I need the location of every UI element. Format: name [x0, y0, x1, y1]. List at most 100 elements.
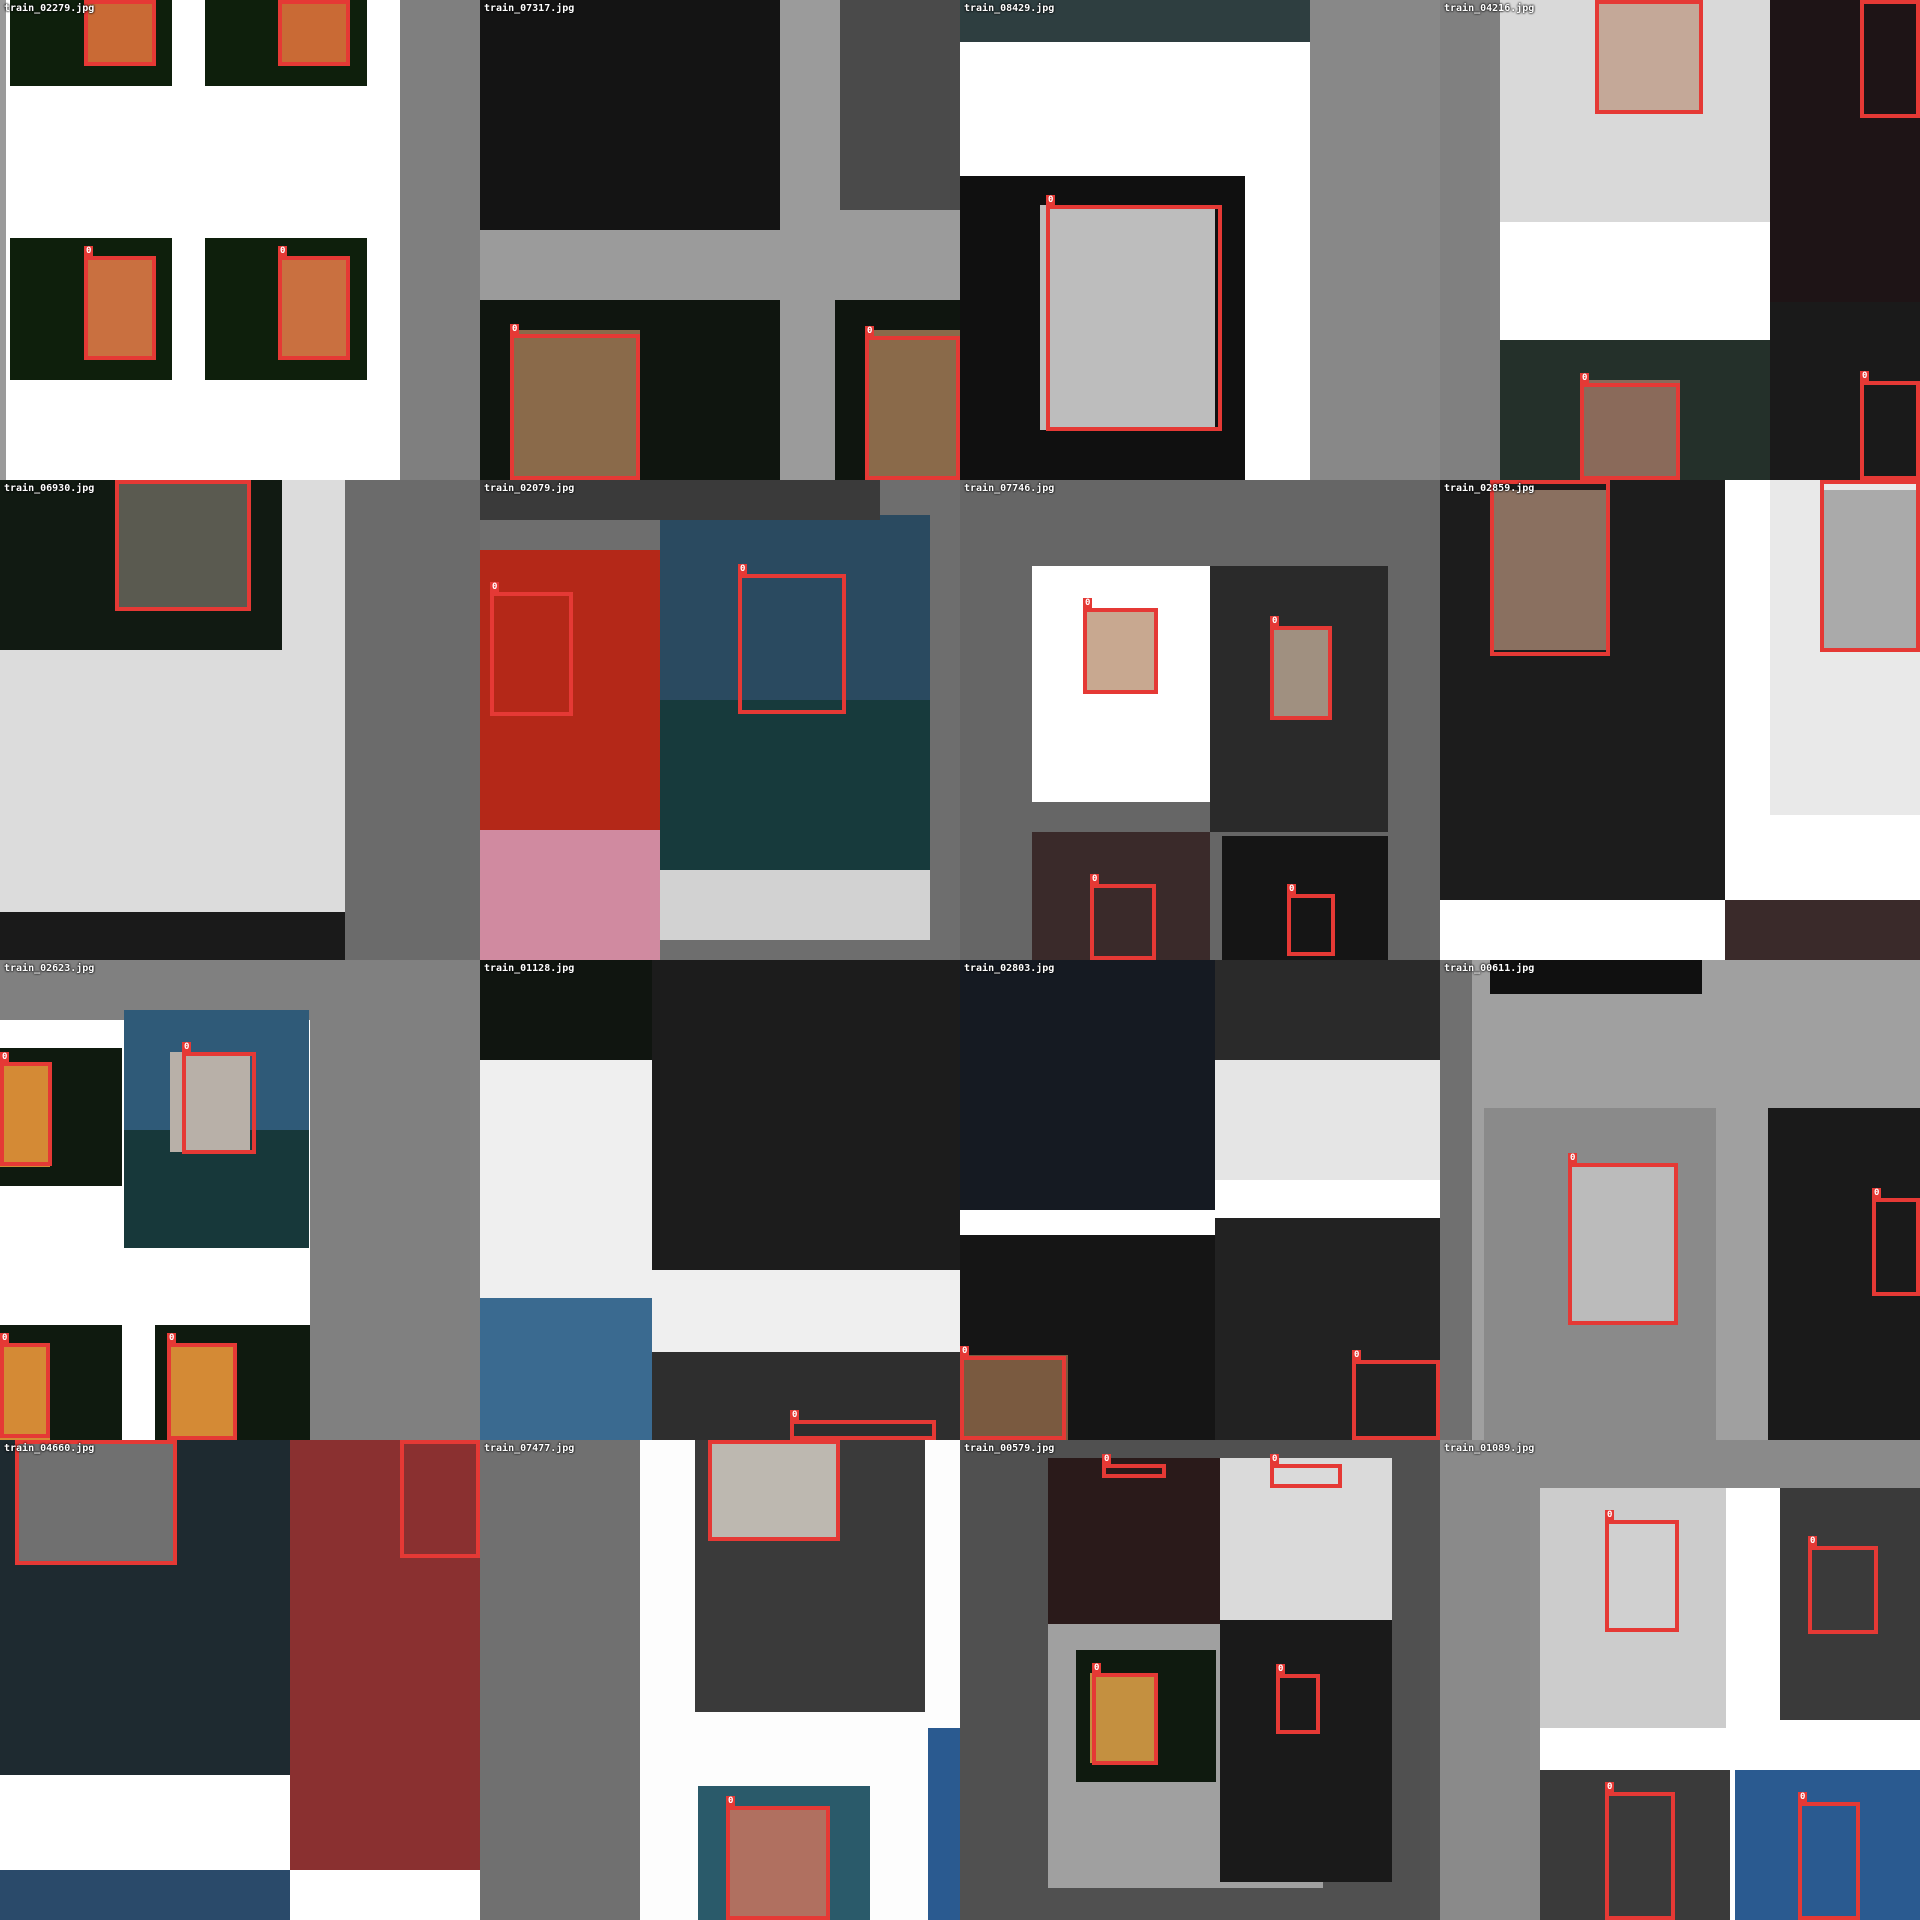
face-bounding-box: 0: [490, 582, 573, 716]
box-class-label: 0: [1270, 1454, 1280, 1465]
image-fragment: [480, 1440, 640, 1920]
mosaic-tile: 0 0 train_00611.jpg: [1440, 960, 1920, 1440]
image-fragment: [480, 1298, 652, 1440]
mosaic-tile: 0 0 train_07317.jpg: [480, 0, 960, 480]
mosaic-tile: 0 train_06930.jpg: [0, 480, 480, 960]
face-bounding-box: 0: [1083, 598, 1158, 694]
image-fragment: [660, 870, 930, 940]
face-bounding-box: 0: [1605, 1510, 1679, 1632]
box-class-label: 0: [115, 480, 125, 481]
box-class-label: 0: [708, 1440, 718, 1441]
box-class-label: 0: [84, 0, 94, 1]
tile-filename: train_02859.jpg: [1444, 483, 1535, 494]
image-fragment: [0, 912, 345, 960]
box-class-label: 0: [1092, 1663, 1102, 1674]
box-class-label: 0: [1860, 371, 1870, 382]
tile-filename: train_04660.jpg: [4, 1443, 95, 1454]
mosaic-tile: 0 0 train_07477.jpg: [480, 1440, 960, 1920]
face-bounding-box: 0: [1860, 0, 1920, 118]
box-class-label: 0: [167, 1333, 177, 1344]
image-fragment: [652, 960, 960, 1270]
image-fragment: [0, 1870, 290, 1920]
box-class-label: 0: [960, 1346, 970, 1357]
image-fragment: [400, 0, 480, 480]
face-bounding-box: 0: [1580, 373, 1680, 480]
box-class-label: 0: [1090, 874, 1100, 885]
image-fragment: [0, 0, 6, 480]
image-fragment: [960, 960, 1215, 1210]
image-fragment: [1725, 900, 1920, 960]
box-class-label: 0: [1270, 616, 1280, 627]
face-bounding-box: 0: [865, 326, 960, 480]
box-class-label: 0: [1490, 480, 1500, 481]
tile-filename: train_04216.jpg: [1444, 3, 1535, 14]
tile-filename: train_02623.jpg: [4, 963, 95, 974]
mosaic-tile: 0 0 train_02079.jpg: [480, 480, 960, 960]
face-bounding-box: 0: [708, 1440, 840, 1541]
image-fragment: [1440, 0, 1500, 480]
box-class-label: 0: [510, 324, 520, 335]
face-bounding-box: 0: [1270, 616, 1332, 720]
face-bounding-box: 0: [1605, 1782, 1675, 1920]
tile-filename: train_01089.jpg: [1444, 1443, 1535, 1454]
box-class-label: 0: [490, 582, 500, 593]
face-bounding-box: 0: [1092, 1663, 1158, 1765]
box-class-label: 0: [0, 1052, 10, 1063]
tile-filename: train_02279.jpg: [4, 3, 95, 14]
image-fragment: [1440, 960, 1472, 1440]
mosaic-tile: 0 train_01128.jpg: [480, 960, 960, 1440]
image-fragment: [1215, 960, 1440, 1060]
box-class-label: 0: [278, 246, 288, 257]
face-bounding-box: 0: [1490, 480, 1610, 656]
mosaic-grid: 0 0 0 0 train_02279.jpg 0 0 train_07317.jpg 0 tra…: [0, 0, 1920, 1920]
face-bounding-box: 0: [167, 1333, 237, 1440]
face-bounding-box: 0: [1808, 1536, 1878, 1634]
image-fragment: [928, 1728, 960, 1920]
box-class-label: 0: [1872, 1188, 1882, 1199]
face-bounding-box: 0: [1568, 1153, 1678, 1325]
box-class-label: 0: [1580, 373, 1590, 384]
image-fragment: [480, 830, 660, 960]
face-bounding-box: 0: [1090, 874, 1156, 960]
box-class-label: 0: [0, 1333, 10, 1344]
image-fragment: [1220, 1620, 1392, 1882]
box-class-label: 0: [790, 1410, 800, 1421]
mosaic-tile: 0 train_08429.jpg: [960, 0, 1440, 480]
tile-filename: train_08429.jpg: [964, 3, 1055, 14]
image-fragment: [480, 0, 780, 230]
box-class-label: 0: [1083, 598, 1093, 609]
face-bounding-box: 0: [0, 1333, 50, 1438]
box-class-label: 0: [1287, 884, 1297, 895]
face-bounding-box: 0: [1820, 480, 1920, 652]
image-fragment: [1310, 0, 1440, 480]
box-class-label: 0: [726, 1796, 736, 1807]
tile-filename: train_06930.jpg: [4, 483, 95, 494]
tile-filename: train_00611.jpg: [1444, 963, 1535, 974]
mosaic-tile: 0 0 0 0 train_01089.jpg: [1440, 1440, 1920, 1920]
face-bounding-box: 0: [400, 1440, 480, 1558]
face-bounding-box: 0: [1352, 1350, 1440, 1440]
mosaic-tile: 0 0 train_04660.jpg: [0, 1440, 480, 1920]
image-fragment: [1215, 1060, 1440, 1180]
box-class-label: 0: [865, 326, 875, 337]
image-fragment: [660, 700, 930, 870]
face-bounding-box: 0: [510, 324, 640, 480]
box-class-label: 0: [1352, 1350, 1362, 1361]
box-class-label: 0: [1605, 1782, 1615, 1793]
box-class-label: 0: [1605, 1510, 1615, 1521]
tile-filename: train_07317.jpg: [484, 3, 575, 14]
box-class-label: 0: [1798, 1792, 1808, 1803]
face-bounding-box: 0: [1860, 371, 1920, 480]
face-bounding-box: 0: [115, 480, 251, 611]
box-class-label: 0: [400, 1440, 410, 1441]
box-class-label: 0: [1820, 480, 1830, 481]
mosaic-tile: 0 0 0 0 train_04216.jpg: [1440, 0, 1920, 480]
box-class-label: 0: [1046, 195, 1056, 206]
face-bounding-box: 0: [738, 564, 846, 714]
face-bounding-box: 0: [0, 1052, 52, 1166]
box-class-label: 0: [1276, 1664, 1286, 1675]
face-bounding-box: 0: [1270, 1454, 1342, 1488]
image-fragment: [840, 0, 960, 210]
box-class-label: 0: [84, 246, 94, 257]
tile-filename: train_02803.jpg: [964, 963, 1055, 974]
